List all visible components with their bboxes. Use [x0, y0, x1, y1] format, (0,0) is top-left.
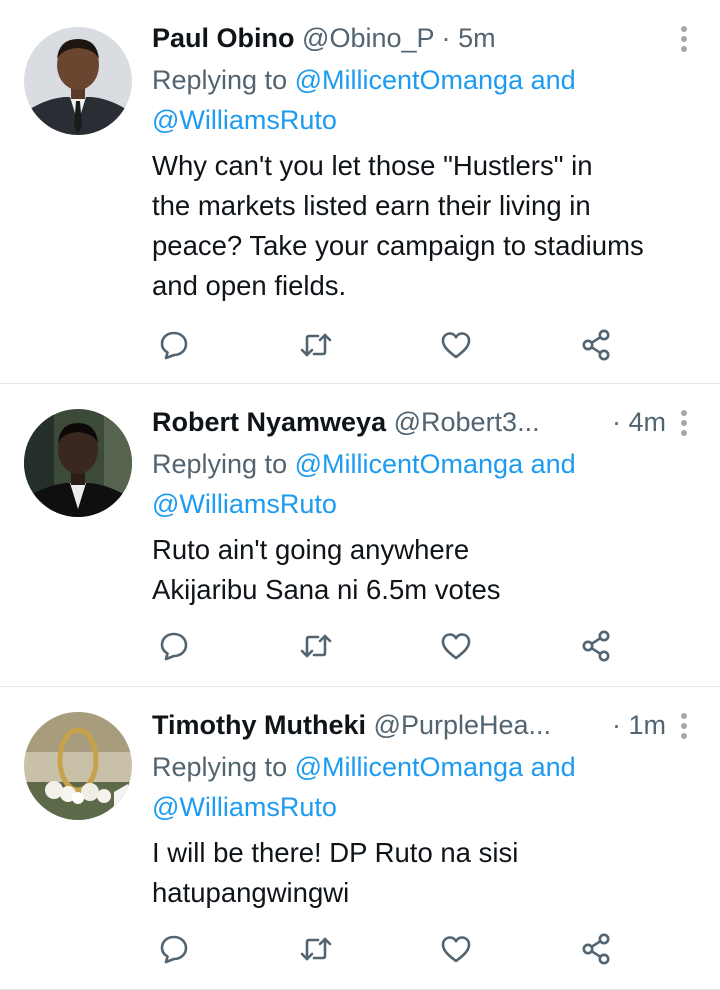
- tweet-text-line: I will be there! DP Ruto na sisi: [152, 837, 519, 868]
- share-icon[interactable]: [576, 325, 616, 365]
- mention-link[interactable]: @MillicentOmanga: [295, 752, 524, 782]
- author-handle[interactable]: @Robert3...: [394, 407, 540, 437]
- timestamp[interactable]: 4m: [628, 407, 666, 437]
- more-options-icon[interactable]: [678, 713, 690, 739]
- share-icon[interactable]: [576, 929, 616, 969]
- separator: ·: [611, 710, 621, 740]
- separator: ·: [441, 23, 451, 53]
- replying-prefix: Replying to: [152, 752, 288, 782]
- author-name[interactable]: Paul Obino: [152, 23, 295, 53]
- tweet-text-line: Ruto ain't going anywhere: [152, 534, 470, 565]
- like-icon[interactable]: [436, 626, 476, 666]
- author-name[interactable]: Robert Nyamweya: [152, 407, 386, 437]
- more-options-icon[interactable]: [678, 410, 690, 436]
- avatar[interactable]: [24, 712, 132, 820]
- more-options-icon[interactable]: [678, 26, 690, 52]
- tweet[interactable]: Timothy Mutheki @PurpleHea... · 1m Reply…: [0, 687, 720, 990]
- share-icon[interactable]: [576, 626, 616, 666]
- tweet-text-line: and open fields.: [152, 270, 347, 301]
- tweet-header: Paul Obino @Obino_P · 5m: [152, 18, 672, 58]
- mention-link[interactable]: @WilliamsRuto: [152, 792, 337, 822]
- tweet-text-line: Akijaribu Sana ni 6.5m votes: [152, 574, 501, 605]
- and-link[interactable]: and: [531, 449, 576, 479]
- like-icon[interactable]: [436, 325, 476, 365]
- timestamp-group: · 1m: [612, 705, 666, 745]
- tweet-text: Ruto ain't going anywhere Akijaribu Sana…: [152, 530, 696, 610]
- avatar[interactable]: [24, 27, 132, 135]
- tweet[interactable]: Paul Obino @Obino_P · 5m Replying to @Mi…: [0, 0, 720, 384]
- timestamp[interactable]: 5m: [458, 23, 496, 53]
- replying-prefix: Replying to: [152, 65, 288, 95]
- tweet-text-line: peace? Take your campaign to stadiums: [152, 230, 644, 261]
- comment-icon[interactable]: [154, 626, 194, 666]
- separator: ·: [611, 407, 621, 437]
- action-bar: [152, 929, 622, 969]
- mention-link[interactable]: @WilliamsRuto: [152, 105, 337, 135]
- tweet-header: Timothy Mutheki @PurpleHea... · 1m: [152, 705, 672, 745]
- retweet-icon[interactable]: [296, 626, 336, 666]
- action-bar: [152, 626, 622, 666]
- replying-to: Replying to @MillicentOmanga and @Willia…: [152, 60, 700, 140]
- avatar[interactable]: [24, 409, 132, 517]
- replying-prefix: Replying to: [152, 449, 288, 479]
- author-handle[interactable]: @PurpleHea...: [374, 710, 552, 740]
- author-name[interactable]: Timothy Mutheki: [152, 710, 366, 740]
- tweet[interactable]: Robert Nyamweya @Robert3... · 4m Replyin…: [0, 384, 720, 687]
- comment-icon[interactable]: [154, 929, 194, 969]
- retweet-icon[interactable]: [296, 325, 336, 365]
- tweet-text: Why can't you let those "Hustlers" in th…: [152, 146, 696, 306]
- timestamp-group: · 4m: [612, 402, 666, 442]
- mention-link[interactable]: @WilliamsRuto: [152, 489, 337, 519]
- action-bar: [152, 325, 622, 365]
- mention-link[interactable]: @MillicentOmanga: [295, 65, 524, 95]
- mention-link[interactable]: @MillicentOmanga: [295, 449, 524, 479]
- comment-icon[interactable]: [154, 325, 194, 365]
- and-link[interactable]: and: [531, 752, 576, 782]
- retweet-icon[interactable]: [296, 929, 336, 969]
- tweet-header: Robert Nyamweya @Robert3... · 4m: [152, 402, 672, 442]
- author-handle[interactable]: @Obino_P: [302, 23, 434, 53]
- tweet-text: I will be there! DP Ruto na sisi hatupan…: [152, 833, 696, 913]
- timestamp[interactable]: 1m: [628, 710, 666, 740]
- tweet-text-line: Why can't you let those "Hustlers" in: [152, 150, 593, 181]
- replying-to: Replying to @MillicentOmanga and @Willia…: [152, 444, 700, 524]
- and-link[interactable]: and: [531, 65, 576, 95]
- like-icon[interactable]: [436, 929, 476, 969]
- tweet-text-line: the markets listed earn their living in: [152, 190, 591, 221]
- tweet-text-line: hatupangwingwi: [152, 877, 350, 908]
- replying-to: Replying to @MillicentOmanga and @Willia…: [152, 747, 700, 827]
